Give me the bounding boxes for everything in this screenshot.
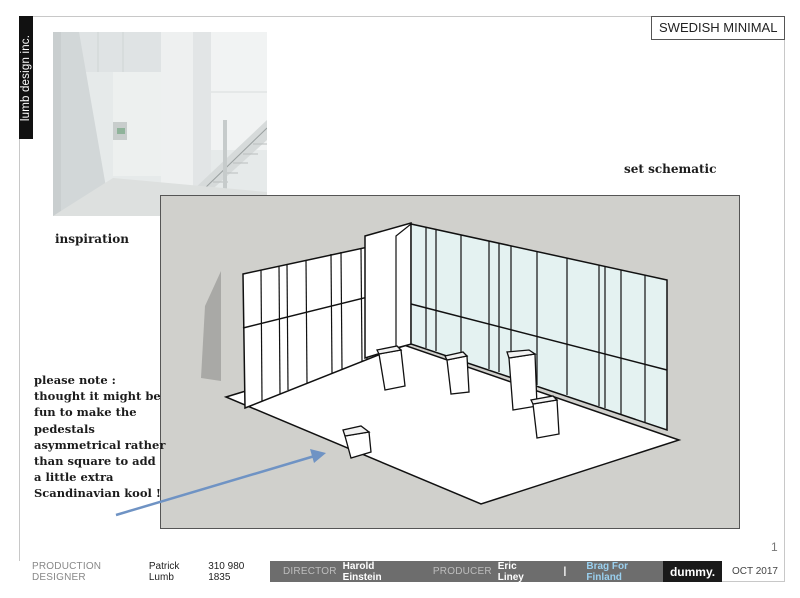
- producer-name: Eric Liney: [497, 560, 524, 583]
- inspiration-caption: inspiration: [55, 232, 129, 246]
- schematic-caption: set schematic: [624, 162, 717, 176]
- client-logo: dummy.: [663, 561, 722, 582]
- brand-name: lumb design inc.: [20, 34, 32, 121]
- footer-designer: PRODUCTION DESIGNER Patrick Lumb 310 980…: [19, 560, 270, 583]
- note-line: fun to make the: [34, 405, 137, 420]
- footer-date: OCT 2017: [732, 566, 778, 577]
- note-line: thought it might be: [34, 389, 161, 404]
- page-title: SWEDISH MINIMAL: [651, 16, 785, 40]
- director-name: Harold Einstein: [342, 560, 382, 583]
- director-label: DIRECTOR: [283, 566, 337, 577]
- inspiration-photo: [53, 32, 267, 216]
- production-designer-name: Patrick Lumb: [148, 560, 180, 583]
- footer-credits: DIRECTOR Harold Einstein PRODUCER Eric L…: [270, 560, 663, 583]
- designer-phone: 310 980 1835: [208, 560, 245, 583]
- footer-separator: |: [563, 566, 567, 577]
- brand-tab: lumb design inc.: [19, 16, 33, 139]
- page-number: 1: [771, 540, 778, 554]
- note-line: please note :: [34, 373, 116, 387]
- producer-label: PRODUCER: [432, 566, 492, 577]
- production-designer-label: PRODUCTION DESIGNER: [32, 560, 102, 583]
- pointer-arrow-icon: [115, 449, 326, 517]
- note-line: pedestals: [34, 421, 95, 436]
- footer-bar: PRODUCTION DESIGNER Patrick Lumb 310 980…: [19, 560, 785, 583]
- show-title: Brag For Finland: [586, 560, 629, 583]
